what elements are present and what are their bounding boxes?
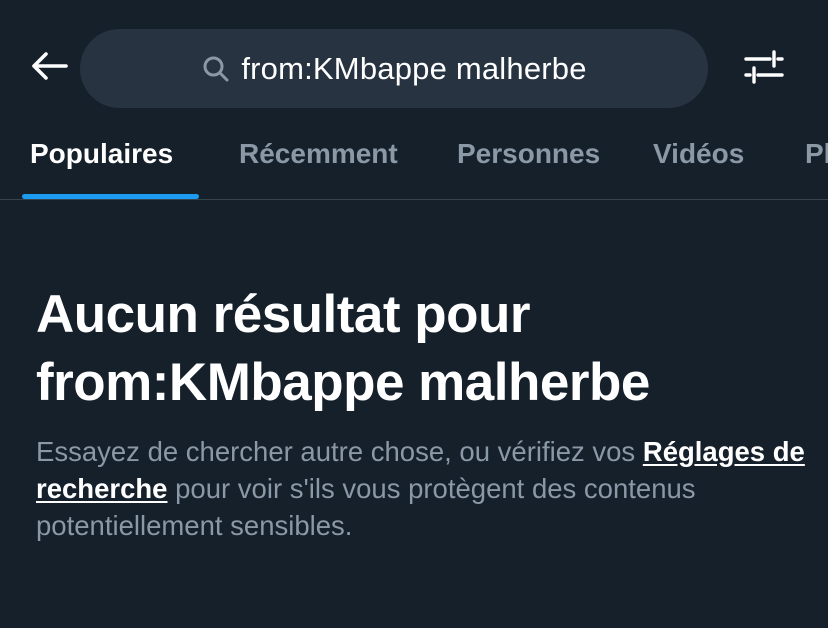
tab-photos[interactable]: Photos bbox=[805, 138, 828, 170]
search-results-screen: from:KMbappe malherbe Populaires Récemme… bbox=[0, 0, 828, 628]
tab-recemment[interactable]: Récemment bbox=[239, 138, 398, 170]
empty-state-title: Aucun résultat pour from:KMbappe malherb… bbox=[36, 281, 806, 417]
tab-personnes[interactable]: Personnes bbox=[457, 138, 600, 170]
empty-state-desc-before: Essayez de chercher autre chose, ou véri… bbox=[36, 436, 643, 467]
empty-state-description: Essayez de chercher autre chose, ou véri… bbox=[36, 433, 816, 544]
sliders-icon bbox=[744, 49, 784, 90]
search-icon bbox=[201, 54, 231, 84]
search-tabs: Populaires Récemment Personnes Vidéos Ph… bbox=[0, 110, 828, 200]
empty-state-title-line2: from:KMbappe malherbe bbox=[36, 353, 650, 412]
search-filters-button[interactable] bbox=[740, 48, 788, 90]
back-button[interactable] bbox=[28, 48, 70, 88]
tab-videos[interactable]: Vidéos bbox=[653, 138, 744, 170]
arrow-left-icon bbox=[30, 51, 68, 86]
empty-state-title-line1: Aucun résultat pour bbox=[36, 285, 531, 344]
search-query[interactable]: from:KMbappe malherbe bbox=[241, 51, 586, 87]
search-bar[interactable]: from:KMbappe malherbe bbox=[80, 29, 708, 108]
tab-populaires[interactable]: Populaires bbox=[30, 138, 173, 170]
active-tab-indicator bbox=[22, 194, 199, 199]
